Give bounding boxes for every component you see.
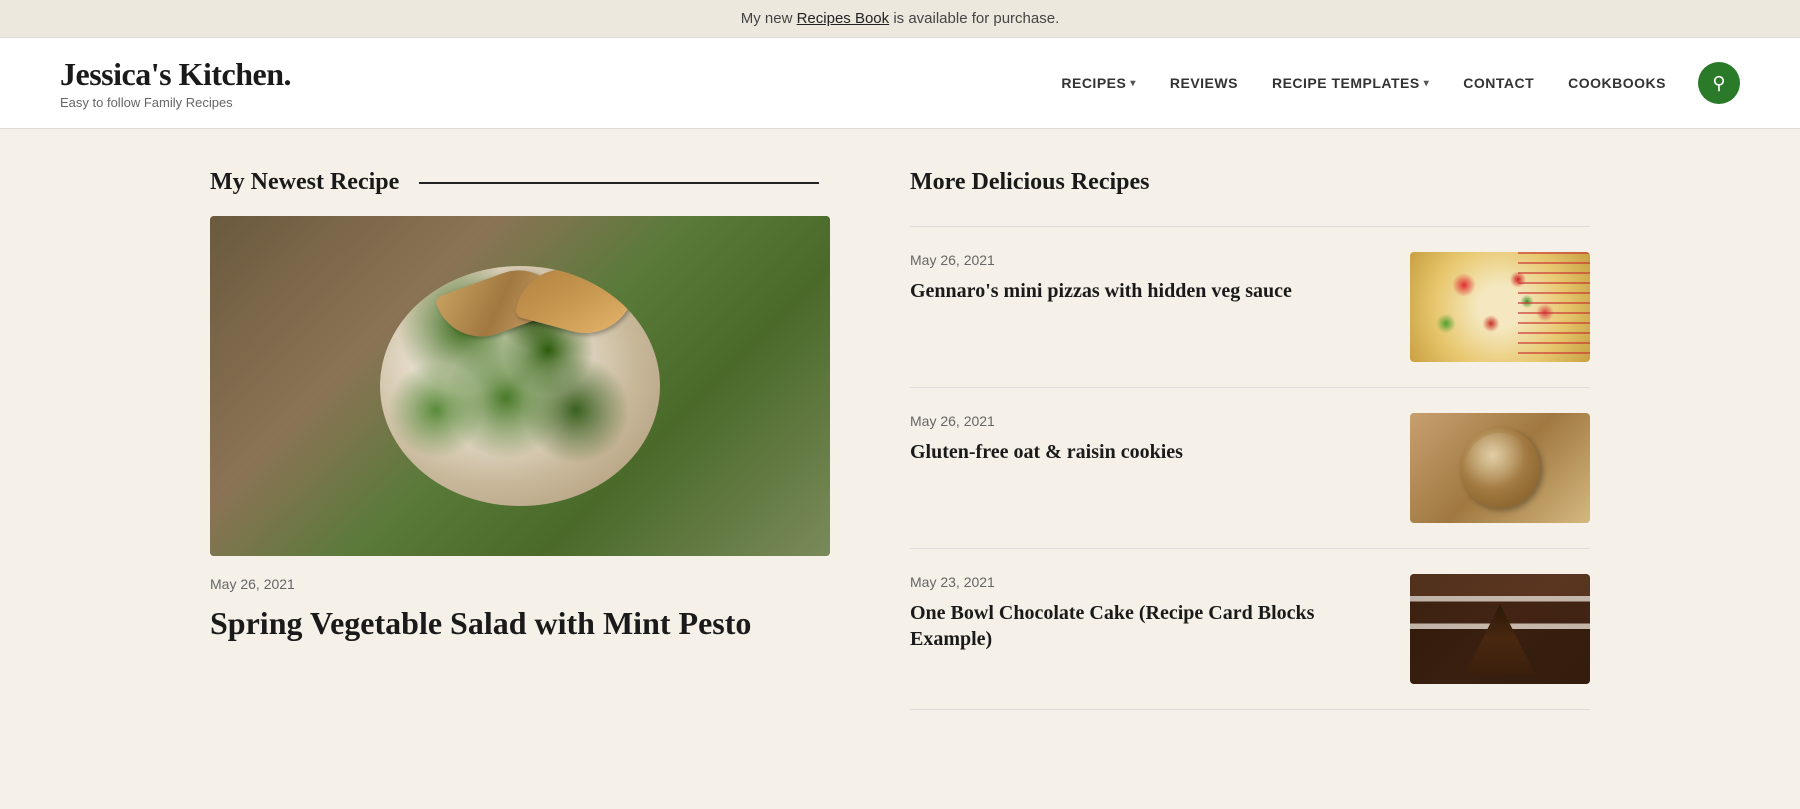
recipe-card: May 23, 2021 One Bowl Chocolate Cake (Re… [910,549,1590,710]
recipe-card-text: May 23, 2021 One Bowl Chocolate Cake (Re… [910,574,1390,652]
recipe-card-image[interactable] [1410,252,1590,362]
announcement-link[interactable]: Recipes Book [797,10,890,27]
recipe-card-title[interactable]: One Bowl Chocolate Cake (Recipe Card Blo… [910,600,1390,652]
nav-item-cookbooks[interactable]: COOKBOOKS [1556,67,1678,99]
featured-recipe-date: May 26, 2021 [210,576,830,592]
site-logo[interactable]: Jessica's Kitchen. Easy to follow Family… [60,56,291,110]
recipe-card-date: May 26, 2021 [910,252,1390,268]
announcement-text-before: My new [741,10,797,27]
more-recipes-title: More Delicious Recipes [910,169,1590,196]
recipe-card-text: May 26, 2021 Gluten-free oat & raisin co… [910,413,1390,465]
recipe-card-image[interactable] [1410,574,1590,684]
announcement-text-after: is available for purchase. [889,10,1059,27]
announcement-bar: My new Recipes Book is available for pur… [0,0,1800,38]
site-header: Jessica's Kitchen. Easy to follow Family… [0,38,1800,129]
recipe-card: May 26, 2021 Gennaro's mini pizzas with … [910,226,1590,388]
search-button[interactable]: ⚲ [1698,62,1740,104]
newest-recipe-title: My Newest Recipe [210,169,830,196]
chevron-down-icon: ▾ [1130,78,1136,89]
newest-recipe-section: My Newest Recipe May 26, 2021 Spring Veg… [210,169,830,710]
recipe-card-title[interactable]: Gennaro's mini pizzas with hidden veg sa… [910,278,1390,304]
site-title: Jessica's Kitchen. [60,56,291,93]
main-content: My Newest Recipe May 26, 2021 Spring Veg… [150,129,1650,750]
recipe-card-image[interactable] [1410,413,1590,523]
nav-item-recipes[interactable]: RECIPES ▾ [1049,67,1148,99]
recipe-card-text: May 26, 2021 Gennaro's mini pizzas with … [910,252,1390,304]
chevron-down-icon: ▾ [1424,78,1430,89]
nav-item-reviews[interactable]: REVIEWS [1158,67,1250,99]
recipe-card-title[interactable]: Gluten-free oat & raisin cookies [910,439,1390,465]
featured-recipe-name[interactable]: Spring Vegetable Salad with Mint Pesto [210,604,830,642]
recipe-card-date: May 26, 2021 [910,413,1390,429]
recipe-card: May 26, 2021 Gluten-free oat & raisin co… [910,388,1590,549]
more-recipes-section: More Delicious Recipes May 26, 2021 Genn… [910,169,1590,710]
site-tagline: Easy to follow Family Recipes [60,95,291,110]
featured-recipe-image[interactable] [210,216,830,556]
main-nav: RECIPES ▾ REVIEWS RECIPE TEMPLATES ▾ CON… [1049,62,1740,104]
nav-item-contact[interactable]: CONTACT [1451,67,1546,99]
nav-item-recipe-templates[interactable]: RECIPE TEMPLATES ▾ [1260,67,1441,99]
search-icon: ⚲ [1712,73,1725,94]
recipe-card-date: May 23, 2021 [910,574,1390,590]
